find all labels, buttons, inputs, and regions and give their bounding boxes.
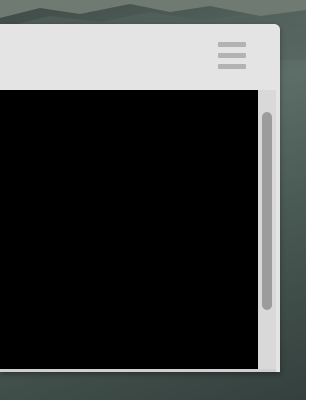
menu-line	[218, 64, 246, 69]
app-window	[0, 24, 280, 372]
hamburger-menu-icon[interactable]	[214, 38, 250, 74]
window-titlebar	[0, 24, 280, 90]
scrollbar-thumb[interactable]	[262, 112, 272, 310]
vertical-scrollbar[interactable]	[258, 90, 276, 369]
content-area[interactable]	[0, 90, 258, 369]
menu-line	[218, 53, 246, 58]
menu-line	[218, 42, 246, 47]
window-bottom-edge	[0, 369, 276, 372]
desktop-background	[0, 0, 306, 400]
